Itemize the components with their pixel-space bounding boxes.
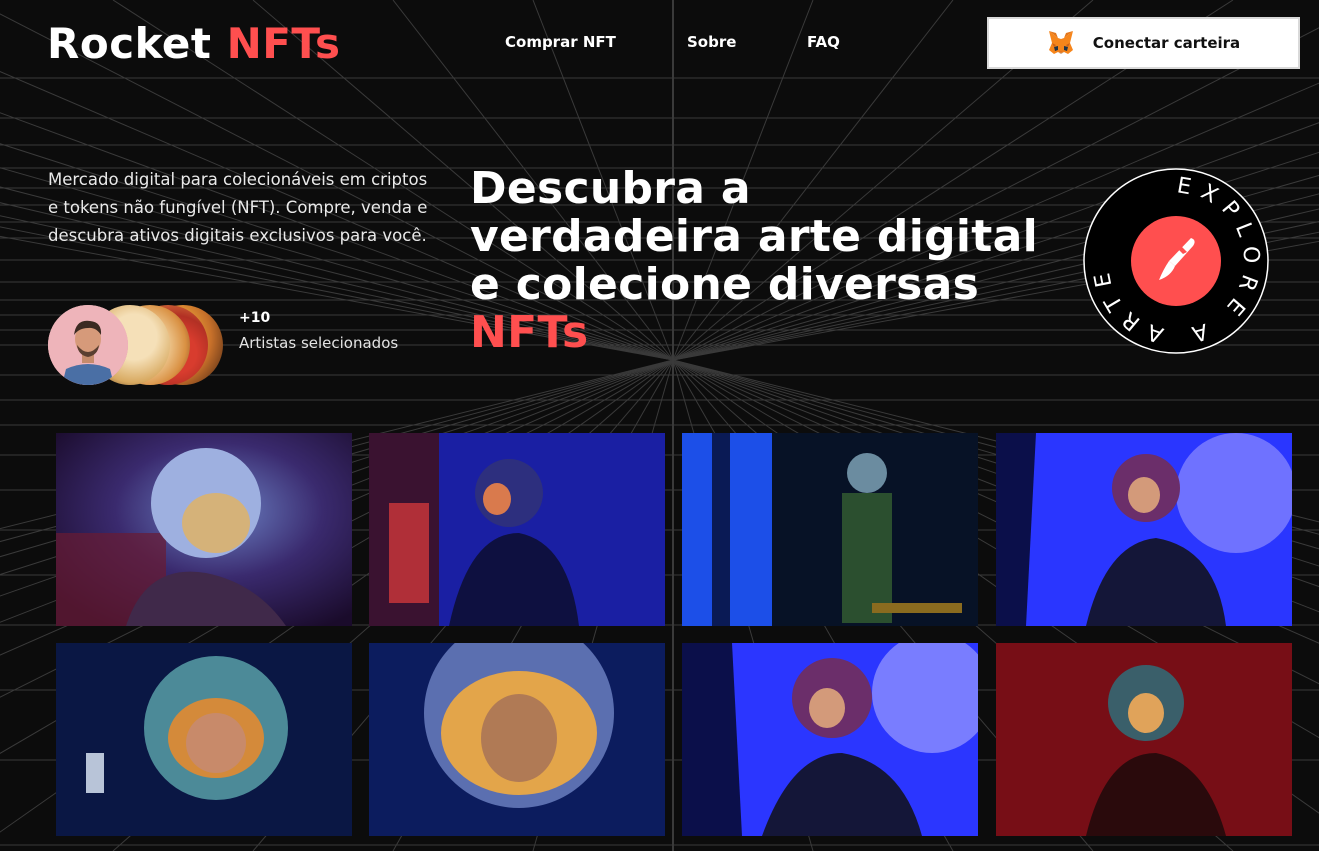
avatar[interactable] xyxy=(48,305,128,385)
explore-art-badge[interactable]: EXPLORE A ARTE xyxy=(1083,168,1269,354)
nft-card[interactable] xyxy=(682,433,978,626)
logo-main: Rocket xyxy=(47,19,212,68)
headline-line: e colecione diversas xyxy=(470,259,980,310)
headline-line: Descubra a xyxy=(470,163,751,214)
nav-faq[interactable]: FAQ xyxy=(807,33,840,51)
nft-image xyxy=(682,643,978,836)
nft-image xyxy=(56,643,352,836)
nft-image xyxy=(996,433,1292,626)
nft-image xyxy=(996,643,1292,836)
nav-sobre[interactable]: Sobre xyxy=(687,33,736,51)
nft-image xyxy=(369,433,665,626)
nft-card[interactable] xyxy=(996,643,1292,836)
connect-wallet-button[interactable]: Conectar carteira xyxy=(987,17,1300,69)
artists-label: Artistas selecionados xyxy=(239,334,399,352)
page: Rocket NFTs Comprar NFT Sobre FAQ Conect… xyxy=(0,0,1319,851)
hero-description: Mercado digital para colecionáveis em cr… xyxy=(48,170,428,245)
nft-card[interactable] xyxy=(369,643,665,836)
nft-image xyxy=(56,433,352,626)
nft-card[interactable] xyxy=(56,643,352,836)
metamask-fox-icon xyxy=(1048,31,1073,54)
nft-card[interactable] xyxy=(56,433,352,626)
hero-headline: Descubra a verdadeira arte digital e col… xyxy=(470,165,1060,357)
nft-card[interactable] xyxy=(369,433,665,626)
person-photo xyxy=(48,305,128,385)
headline-accent: NFTs xyxy=(470,307,589,358)
logo-accent: NFTs xyxy=(226,19,341,68)
headline-line: verdadeira arte digital xyxy=(470,211,1038,262)
nft-card[interactable] xyxy=(996,433,1292,626)
nav-comprar-nft[interactable]: Comprar NFT xyxy=(505,33,616,51)
nft-image xyxy=(369,643,665,836)
site-logo[interactable]: Rocket NFTs xyxy=(47,18,341,70)
nft-image xyxy=(682,433,978,626)
artists-count: +10 xyxy=(239,310,271,326)
connect-wallet-label: Conectar carteira xyxy=(1092,34,1241,52)
artist-avatars[interactable] xyxy=(48,305,228,385)
nft-card[interactable] xyxy=(682,643,978,836)
